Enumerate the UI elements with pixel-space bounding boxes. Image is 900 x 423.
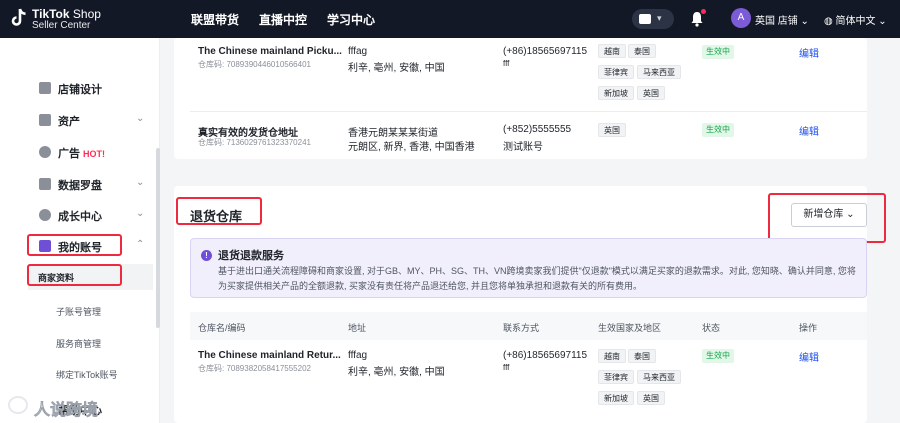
chat-button[interactable]: ▾ [632,9,674,29]
highlight-return-title [176,197,262,225]
contact-sub: fff [503,363,510,372]
region-tag: 英国 [598,123,626,137]
edit-link[interactable]: 编辑 [799,123,819,138]
status-badge: 生效中 [702,45,734,59]
chevron-down-icon: ▾ [657,13,662,23]
sidebar-item-data-compass[interactable]: 数据罗盘 [58,177,102,193]
region-tag: 菲律宾 [598,65,634,79]
sidebar-item-assets[interactable]: 资产 [58,113,80,129]
highlight-add-button [768,193,886,243]
sidebar-item-label: 广告 [58,148,80,160]
warehouse-code: 仓库码: 7136029761323370241 [198,138,311,147]
column-header: 生效国家及地区 [598,323,662,333]
warehouse-code: 仓库码: 7089382058417555202 [198,364,311,373]
address: 利辛, 亳州, 安徽, 中国 [348,367,445,378]
column-header: 状态 [702,323,721,333]
nav-learning-center[interactable]: 学习中心 [327,11,375,28]
top-bar: TikTok Shop Seller Center 联盟带货 直播中控 学习中心… [0,0,900,38]
watermark-text: 人说跨境 [34,402,99,420]
language-selector[interactable]: ◍ 简体中文 ⌄ [824,12,887,27]
refund-notice: ! 退货退款服务 基于进出口通关流程障碍和商家设置, 对于GB、MY、PH、SG… [190,238,867,298]
region-tag: 英国 [637,391,665,405]
region-tag: 新加坡 [598,391,634,405]
store-icon [39,82,51,94]
address: 元朗区, 新界, 香港, 中国香港 [348,142,475,153]
region-tag: 马来西亚 [637,65,681,79]
column-header: 联系方式 [503,323,540,333]
address: 利辛, 亳州, 安徽, 中国 [348,63,445,74]
chevron-down-icon: ⌄ [136,177,145,188]
chart-icon [39,178,51,190]
store-label: 英国 店铺 ⌄ [755,16,809,27]
sidebar-item-service-providers[interactable]: 服务商管理 [56,337,101,350]
sidebar-item-bind-tiktok[interactable]: 绑定TikTok账号 [56,368,118,381]
phone: (+86)18565697115 [503,350,588,361]
chevron-down-icon: ⌄ [136,113,145,124]
notice-body: 基于进出口通关流程障碍和商家设置, 对于GB、MY、PH、SG、TH、VN跨境卖… [218,266,856,291]
hot-badge: HOT! [83,149,105,159]
sidebar-item-growth-center[interactable]: 成长中心 [58,208,102,224]
notification-bell-icon[interactable] [690,9,706,27]
watermark-logo-icon [8,396,28,414]
avatar: A [731,8,751,28]
info-icon: ! [201,250,212,261]
nav-affiliate[interactable]: 联盟带货 [191,11,239,28]
chevron-up-icon: ⌃ [136,239,145,250]
edit-link[interactable]: 编辑 [799,349,819,364]
brand-title: TikTok Shop [32,7,101,21]
warehouse-code: 仓库码: 7089390446010566401 [198,60,311,69]
sidebar-item-sub-accounts[interactable]: 子账号管理 [56,305,101,318]
column-header: 操作 [799,323,818,333]
edit-link[interactable]: 编辑 [799,45,819,60]
highlight-merchant-profile [27,264,122,286]
region-tag: 马来西亚 [637,370,681,384]
contact-name: fffag [348,350,368,361]
warehouse-name: The Chinese mainland Retur... [198,350,341,361]
chevron-down-icon: ⌄ [136,208,145,219]
sidebar-scrollbar[interactable] [156,148,160,328]
region-tag: 越南 [598,44,626,58]
brand-subtitle: Seller Center [32,20,91,31]
tiktok-logo-icon [11,8,26,26]
sidebar-item-ads[interactable]: 广告 HOT! [58,145,105,161]
nav-live-control[interactable]: 直播中控 [259,11,307,28]
wallet-icon [39,114,51,126]
region-tag: 泰国 [628,349,656,363]
sidebar-item-store-design[interactable]: 店铺设计 [58,81,102,97]
contact-name: fffag [348,46,368,57]
table-header: 仓库名/编码 地址 联系方式 生效国家及地区 状态 操作 [190,312,867,340]
globe-icon: ◍ [824,16,833,27]
column-header: 仓库名/编码 [198,323,246,333]
notification-dot [701,9,706,14]
region-tag: 越南 [598,349,626,363]
notice-title: 退货退款服务 [218,250,284,262]
return-warehouse-card [174,186,867,423]
region-tag: 新加坡 [598,86,634,100]
contact-name: 香港元朗某某某街道 [348,128,438,139]
region-tag: 英国 [637,86,665,100]
status-badge: 生效中 [702,123,734,137]
status-badge: 生效中 [702,349,734,363]
language-label: 简体中文 ⌄ [835,16,887,27]
phone: (+852)5555555 [503,124,572,135]
phone: (+86)18565697115 [503,46,588,57]
chat-icon [639,14,651,24]
highlight-my-account [27,234,122,256]
region-tag: 菲律宾 [598,370,634,384]
ads-icon [39,146,51,158]
contact-sub: fff [503,59,510,68]
row-divider [190,111,867,112]
tiktok-shop-logo[interactable]: TikTok Shop Seller Center [10,6,130,32]
region-tag: 泰国 [628,44,656,58]
column-header: 地址 [348,323,367,333]
medal-icon [39,209,51,221]
warehouse-name: The Chinese mainland Picku... [198,46,342,57]
contact-sub: 测试账号 [503,142,543,153]
